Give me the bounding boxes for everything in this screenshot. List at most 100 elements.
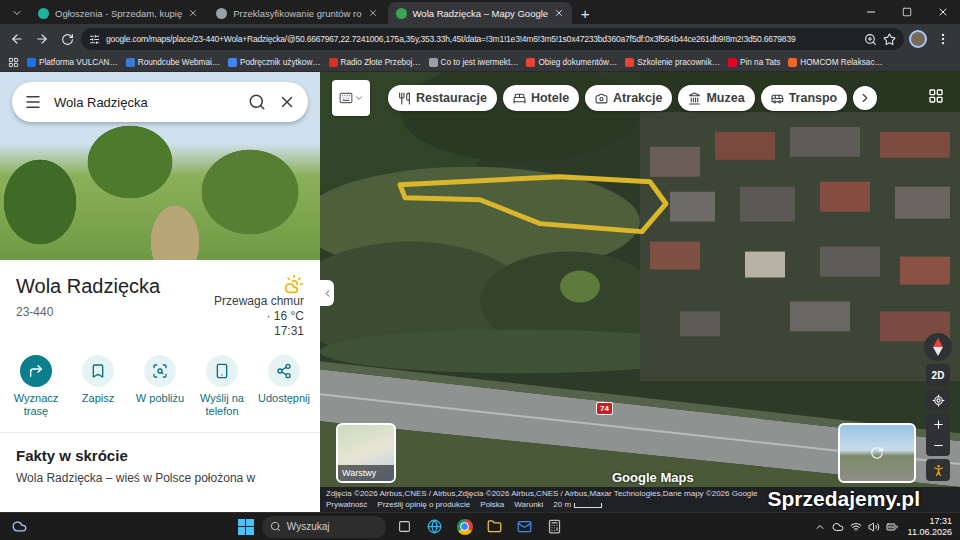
menu-icon[interactable] <box>24 93 42 111</box>
chips-next-button[interactable] <box>853 86 877 110</box>
map-canvas[interactable]: RestauracjeHoteleAtrakcjeMuzeaTranspo74W… <box>320 72 960 487</box>
search-icon[interactable] <box>248 93 266 111</box>
compass-icon <box>931 338 945 356</box>
action-button[interactable]: Udostępnij <box>254 355 314 418</box>
apps-icon[interactable] <box>8 57 19 68</box>
taskbar-search[interactable]: Wyszukaj <box>262 516 386 538</box>
task-view-icon <box>398 520 411 533</box>
bookmark-item[interactable]: Obieg dokumentów… <box>526 58 617 67</box>
category-chip[interactable]: Transpo <box>761 85 848 111</box>
browser-tab[interactable]: Wola Radzięcka – Mapy Google <box>388 2 573 24</box>
action-button[interactable]: Wyznacz trasę <box>6 355 66 418</box>
mail-icon <box>517 519 532 534</box>
forward-button[interactable] <box>31 28 53 50</box>
chevron-left-icon <box>322 288 333 299</box>
close-window-button[interactable] <box>926 0 960 24</box>
bookmark-favicon-icon <box>27 58 36 67</box>
locate-icon <box>932 394 945 407</box>
edge-button[interactable] <box>424 516 446 538</box>
browser-icon <box>427 519 442 534</box>
street-view-thumbnail[interactable] <box>838 423 916 483</box>
clock[interactable]: 17:3111.06.2026 <box>908 516 952 538</box>
close-icon[interactable] <box>554 8 564 18</box>
my-location-button[interactable] <box>926 389 950 411</box>
bookmarks-bar: Platforma VULCAN… Roundcube Webmai… Podręc… <box>0 54 960 72</box>
star-icon[interactable] <box>883 33 896 46</box>
battery-icon[interactable] <box>886 521 898 533</box>
category-chip[interactable]: Restauracje <box>388 85 497 111</box>
bookmark-item[interactable]: Platforma VULCAN… <box>27 58 118 67</box>
mail-button[interactable] <box>514 516 536 538</box>
pegman-button[interactable] <box>926 459 950 481</box>
browser-tab[interactable]: Ogłoszenia - Sprzedam, kupię <box>30 2 206 24</box>
bookmark-favicon-icon <box>788 58 797 67</box>
bookmark-item[interactable]: Radio Złote Przeboj… <box>329 58 421 67</box>
weather-temperature: · 16 °C <box>267 309 304 324</box>
zoom-out-button[interactable] <box>926 435 950 456</box>
chip-label: Restauracje <box>416 91 487 105</box>
action-icon <box>276 363 292 379</box>
clear-icon[interactable] <box>278 93 296 111</box>
menu-button[interactable] <box>932 28 954 50</box>
site-info-icon[interactable] <box>89 34 100 45</box>
explorer-button[interactable] <box>484 516 506 538</box>
bookmark-item[interactable]: Szkolenie pracownik… <box>625 58 720 67</box>
footer-link[interactable]: Polska <box>480 500 504 510</box>
widgets-button[interactable] <box>8 516 30 538</box>
category-chips: Restauracje Hotele Atrakcje Muzea Transpo <box>332 80 877 116</box>
maximize-button[interactable] <box>890 0 924 24</box>
bookmark-item[interactable]: Podręcznik użytkow… <box>228 58 321 67</box>
google-apps-button[interactable] <box>928 88 944 104</box>
layers-button[interactable]: Warstwy <box>336 423 396 483</box>
chip-label: Muzea <box>706 91 744 105</box>
wifi-icon[interactable] <box>850 521 862 533</box>
action-button[interactable]: Zapisz <box>68 355 128 418</box>
calculator-button[interactable] <box>544 516 566 538</box>
close-icon <box>937 6 949 18</box>
feedback-link[interactable]: Prześlij opinię o produkcie <box>377 500 470 510</box>
browser-tab[interactable]: Przeklasyfikowanie gruntów ro <box>208 2 385 24</box>
action-icon <box>90 363 106 379</box>
action-button[interactable]: Wyślij na telefon <box>192 355 252 418</box>
zoom-icon[interactable] <box>864 33 877 46</box>
new-tab-button[interactable]: + <box>574 2 596 24</box>
view-mode-button[interactable]: 2D <box>926 364 950 386</box>
category-chip[interactable]: Atrakcje <box>585 85 672 111</box>
zoom-in-button[interactable] <box>926 414 950 435</box>
attribution-row: Zdjęcia ©2026 Airbus,CNES / Airbus,Zdjęc… <box>326 489 800 499</box>
bookmark-item[interactable]: Pin na Tats <box>728 58 780 67</box>
bookmark-item[interactable]: HOMCOM Relaksac… <box>788 58 882 67</box>
footer-link[interactable]: Warunki <box>514 500 543 510</box>
bookmark-favicon-icon <box>429 58 438 67</box>
privacy-link[interactable]: Prywatność <box>326 500 367 510</box>
place-panel: Wola RadzięckaWola Radzięcka23-440Przewa… <box>0 72 320 512</box>
address-bar[interactable]: google.com/maps/place/23-440+Wola+Radzię… <box>81 28 904 50</box>
task-view-button[interactable] <box>394 516 416 538</box>
action-button[interactable]: W pobliżu <box>130 355 190 418</box>
reload-button[interactable] <box>56 28 78 50</box>
back-button[interactable] <box>6 28 28 50</box>
close-icon[interactable] <box>188 8 198 18</box>
volume-icon[interactable] <box>868 521 880 533</box>
onedrive-icon[interactable] <box>832 521 844 533</box>
bookmark-item[interactable]: Co to jest iwermekt… <box>429 58 519 67</box>
bookmark-item[interactable]: Roundcube Webmai… <box>126 58 220 67</box>
place-photo[interactable]: Wola Radzięcka <box>0 72 320 260</box>
chrome-button[interactable] <box>454 516 476 538</box>
tab-search-button[interactable] <box>6 2 28 24</box>
profile-button[interactable] <box>907 28 929 50</box>
compass-button[interactable] <box>924 333 952 361</box>
keyboard-toggle[interactable] <box>332 80 370 116</box>
action-circle <box>144 355 176 387</box>
maximize-icon <box>902 7 912 17</box>
chip-label: Atrakcje <box>613 91 662 105</box>
category-chip[interactable]: Hotele <box>503 85 579 111</box>
collapse-panel-button[interactable] <box>320 280 334 306</box>
search-box[interactable]: Wola Radzięcka <box>12 82 308 122</box>
start-button[interactable] <box>238 519 254 535</box>
chevron-up-icon[interactable] <box>814 521 826 533</box>
category-chip[interactable]: Muzea <box>678 85 754 111</box>
close-icon[interactable] <box>368 8 378 18</box>
search-value: Wola Radzięcka <box>54 95 236 110</box>
minimize-button[interactable] <box>854 0 888 24</box>
